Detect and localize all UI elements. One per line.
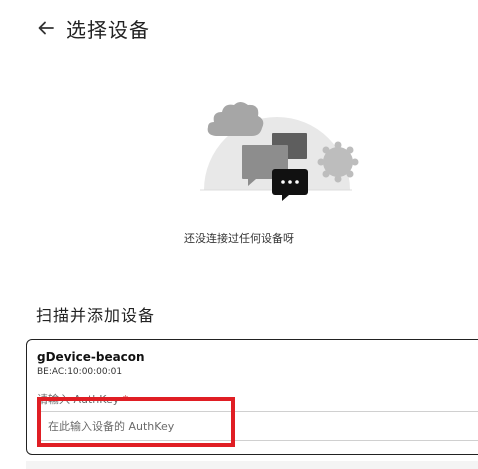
arrow-left-icon[interactable] [36, 18, 56, 38]
chat-bubbles-illustration [200, 102, 359, 201]
next-device-card[interactable] [26, 461, 478, 469]
device-mac: BE:AC:10:00:00:01 [37, 367, 123, 377]
device-name: gDevice-beacon [37, 350, 145, 364]
page-title: 选择设备 [66, 17, 150, 42]
highlight-annotation [37, 397, 235, 447]
page-header: 选择设备 [36, 14, 150, 42]
empty-state-message: 还没连接过任何设备呀 [184, 232, 294, 245]
section-title: 扫描并添加设备 [36, 306, 156, 325]
